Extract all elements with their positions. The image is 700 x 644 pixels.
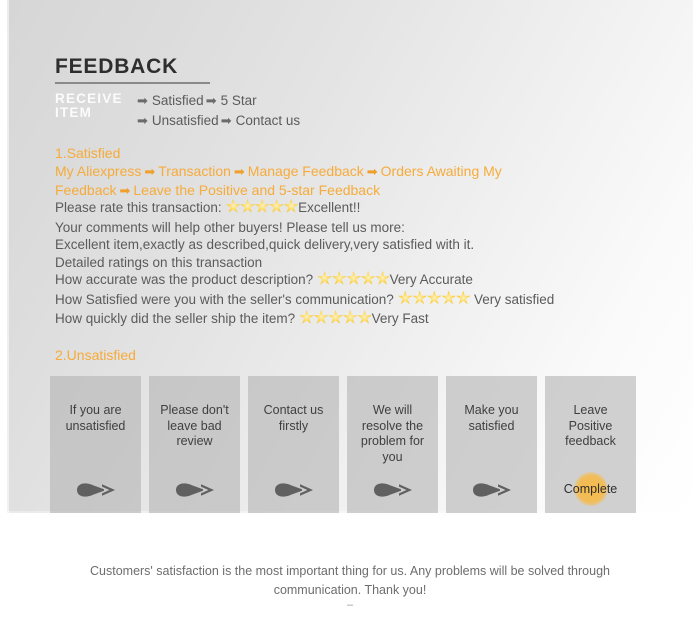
section-title-satisfied: 1.Satisfied <box>55 145 121 161</box>
receive-item-label: RECEIVE ITEM <box>55 91 123 120</box>
star-icon <box>342 310 358 324</box>
star-rating <box>225 199 299 219</box>
rate-value: Excellent!! <box>298 200 361 215</box>
detailed-rating-row: How quickly did the seller ship the item… <box>55 310 655 330</box>
step-card-label: If you are unsatisfied <box>65 403 126 433</box>
step-card-label: Leave Positive feedback <box>565 403 616 448</box>
star-rating <box>398 290 471 311</box>
step-card-label: Make you satisfied <box>464 403 519 433</box>
receive-row-satisfied: ➡ Satisfied ➡ 5 Star <box>137 91 302 111</box>
detailed-value-0: Very Accurate <box>389 272 473 287</box>
arrow-right-icon <box>50 479 141 503</box>
footer-dash: – <box>346 599 354 611</box>
arrow-right-icon <box>149 479 240 503</box>
step-card-label: We will resolve the problem for you <box>360 403 425 464</box>
receive-row-1-first: Unsatisfied <box>151 113 219 128</box>
receive-row-unsatisfied: ➡ Unsatisfied ➡ Contact us <box>137 111 302 131</box>
star-icon <box>375 271 390 285</box>
star-icon <box>427 290 442 305</box>
unsatisfied-steps: If you are unsatisfied Please don't leav… <box>50 376 642 535</box>
arrow-right-icon: ➡ <box>144 164 156 179</box>
star-icon <box>360 271 376 285</box>
detailed-value-2: Very Fast <box>371 311 429 326</box>
detailed-ratings-header: Detailed ratings on this transaction <box>55 254 263 270</box>
section-title-unsatisfied: 2.Unsatisfied <box>55 347 136 363</box>
satisfied-path: My Aliexpress ➡ Transaction ➡ Manage Feedbac… <box>55 162 590 200</box>
arrow-right-icon: ➡ <box>205 93 217 108</box>
star-icon <box>225 199 241 213</box>
detailed-rating-row: How accurate was the product description… <box>55 271 655 291</box>
comments-prompt: Your comments will help other buyers! Pl… <box>55 219 405 235</box>
comment-text: Excellent item,exactly as described,quic… <box>55 237 475 252</box>
step-card-complete: Leave Positive feedback Complete <box>545 376 636 535</box>
rate-transaction-row: Please rate this transaction: Excellent!! <box>55 199 655 219</box>
complete-badge: Complete <box>545 472 636 506</box>
detailed-rating-row: How Satisfied were you with the seller's… <box>55 290 655 311</box>
arrow-right-icon: ➡ <box>119 183 131 198</box>
detailed-question-2: How quickly did the seller ship the item… <box>55 311 296 326</box>
star-icon <box>331 271 347 285</box>
star-icon <box>346 271 361 285</box>
star-icon <box>441 290 456 305</box>
feedback-banner: FEEDBACK RECEIVE ITEM ➡ Satisfied ➡ 5 Star … <box>0 0 700 644</box>
step-card: Make you satisfied <box>446 376 537 535</box>
content-layer: FEEDBACK RECEIVE ITEM ➡ Satisfied ➡ 5 Star … <box>0 0 700 644</box>
arrow-right-icon: ➡ <box>137 113 148 128</box>
arrow-right-icon <box>446 479 537 503</box>
star-icon <box>398 290 413 305</box>
detailed-value-1: Very satisfied <box>470 291 555 307</box>
complete-label: Complete <box>563 482 618 496</box>
arrow-right-icon: ➡ <box>137 93 148 108</box>
footer-note: Customers' satisfaction is the most impo… <box>90 564 610 597</box>
star-icon <box>240 199 255 213</box>
receive-row-0-first: Satisfied <box>151 93 204 108</box>
star-icon <box>412 290 427 305</box>
path-step-1: Transaction <box>158 163 231 179</box>
star-icon <box>313 310 329 324</box>
star-icon <box>254 199 270 213</box>
star-icon <box>317 271 332 285</box>
rate-prompt: Please rate this transaction: <box>55 200 222 215</box>
path-step-0: My Aliexpress <box>55 163 142 179</box>
detailed-question-1: How Satisfied were you with the seller's… <box>55 291 394 307</box>
detailed-question-0: How accurate was the product description… <box>55 272 314 287</box>
star-rating <box>317 271 390 291</box>
path-step-2: Manage Feedback <box>247 163 364 179</box>
star-icon <box>456 290 471 305</box>
step-card: We will resolve the problem for you <box>347 376 438 535</box>
arrow-right-icon: ➡ <box>233 164 245 179</box>
page-title: FEEDBACK <box>55 55 179 78</box>
arrow-right-icon <box>347 479 438 503</box>
star-rating <box>299 310 372 330</box>
star-icon <box>283 199 299 213</box>
star-icon <box>357 310 372 324</box>
step-card: Contact us firstly <box>248 376 339 535</box>
path-step-4: Leave the Positive and 5-star Feedback <box>133 182 381 198</box>
arrow-right-icon <box>248 479 339 503</box>
title-underline <box>55 82 210 84</box>
receive-row-0-second: 5 Star <box>220 93 257 108</box>
step-card: If you are unsatisfied <box>50 376 141 535</box>
star-icon <box>328 310 343 324</box>
satisfied-details: Please rate this transaction: Excellent!!… <box>55 199 655 330</box>
receive-item-flow: ➡ Satisfied ➡ 5 Star ➡ Unsatisfied ➡ Contact u… <box>137 91 302 131</box>
star-icon <box>269 199 284 213</box>
receive-row-1-second: Contact us <box>235 113 301 128</box>
step-card-label: Contact us firstly <box>263 403 324 433</box>
arrow-right-icon: ➡ <box>366 164 378 179</box>
step-card: Please don't leave bad review <box>149 376 240 535</box>
step-card-label: Please don't leave bad review <box>160 403 229 448</box>
star-icon <box>299 310 314 324</box>
arrow-right-icon: ➡ <box>220 113 232 128</box>
